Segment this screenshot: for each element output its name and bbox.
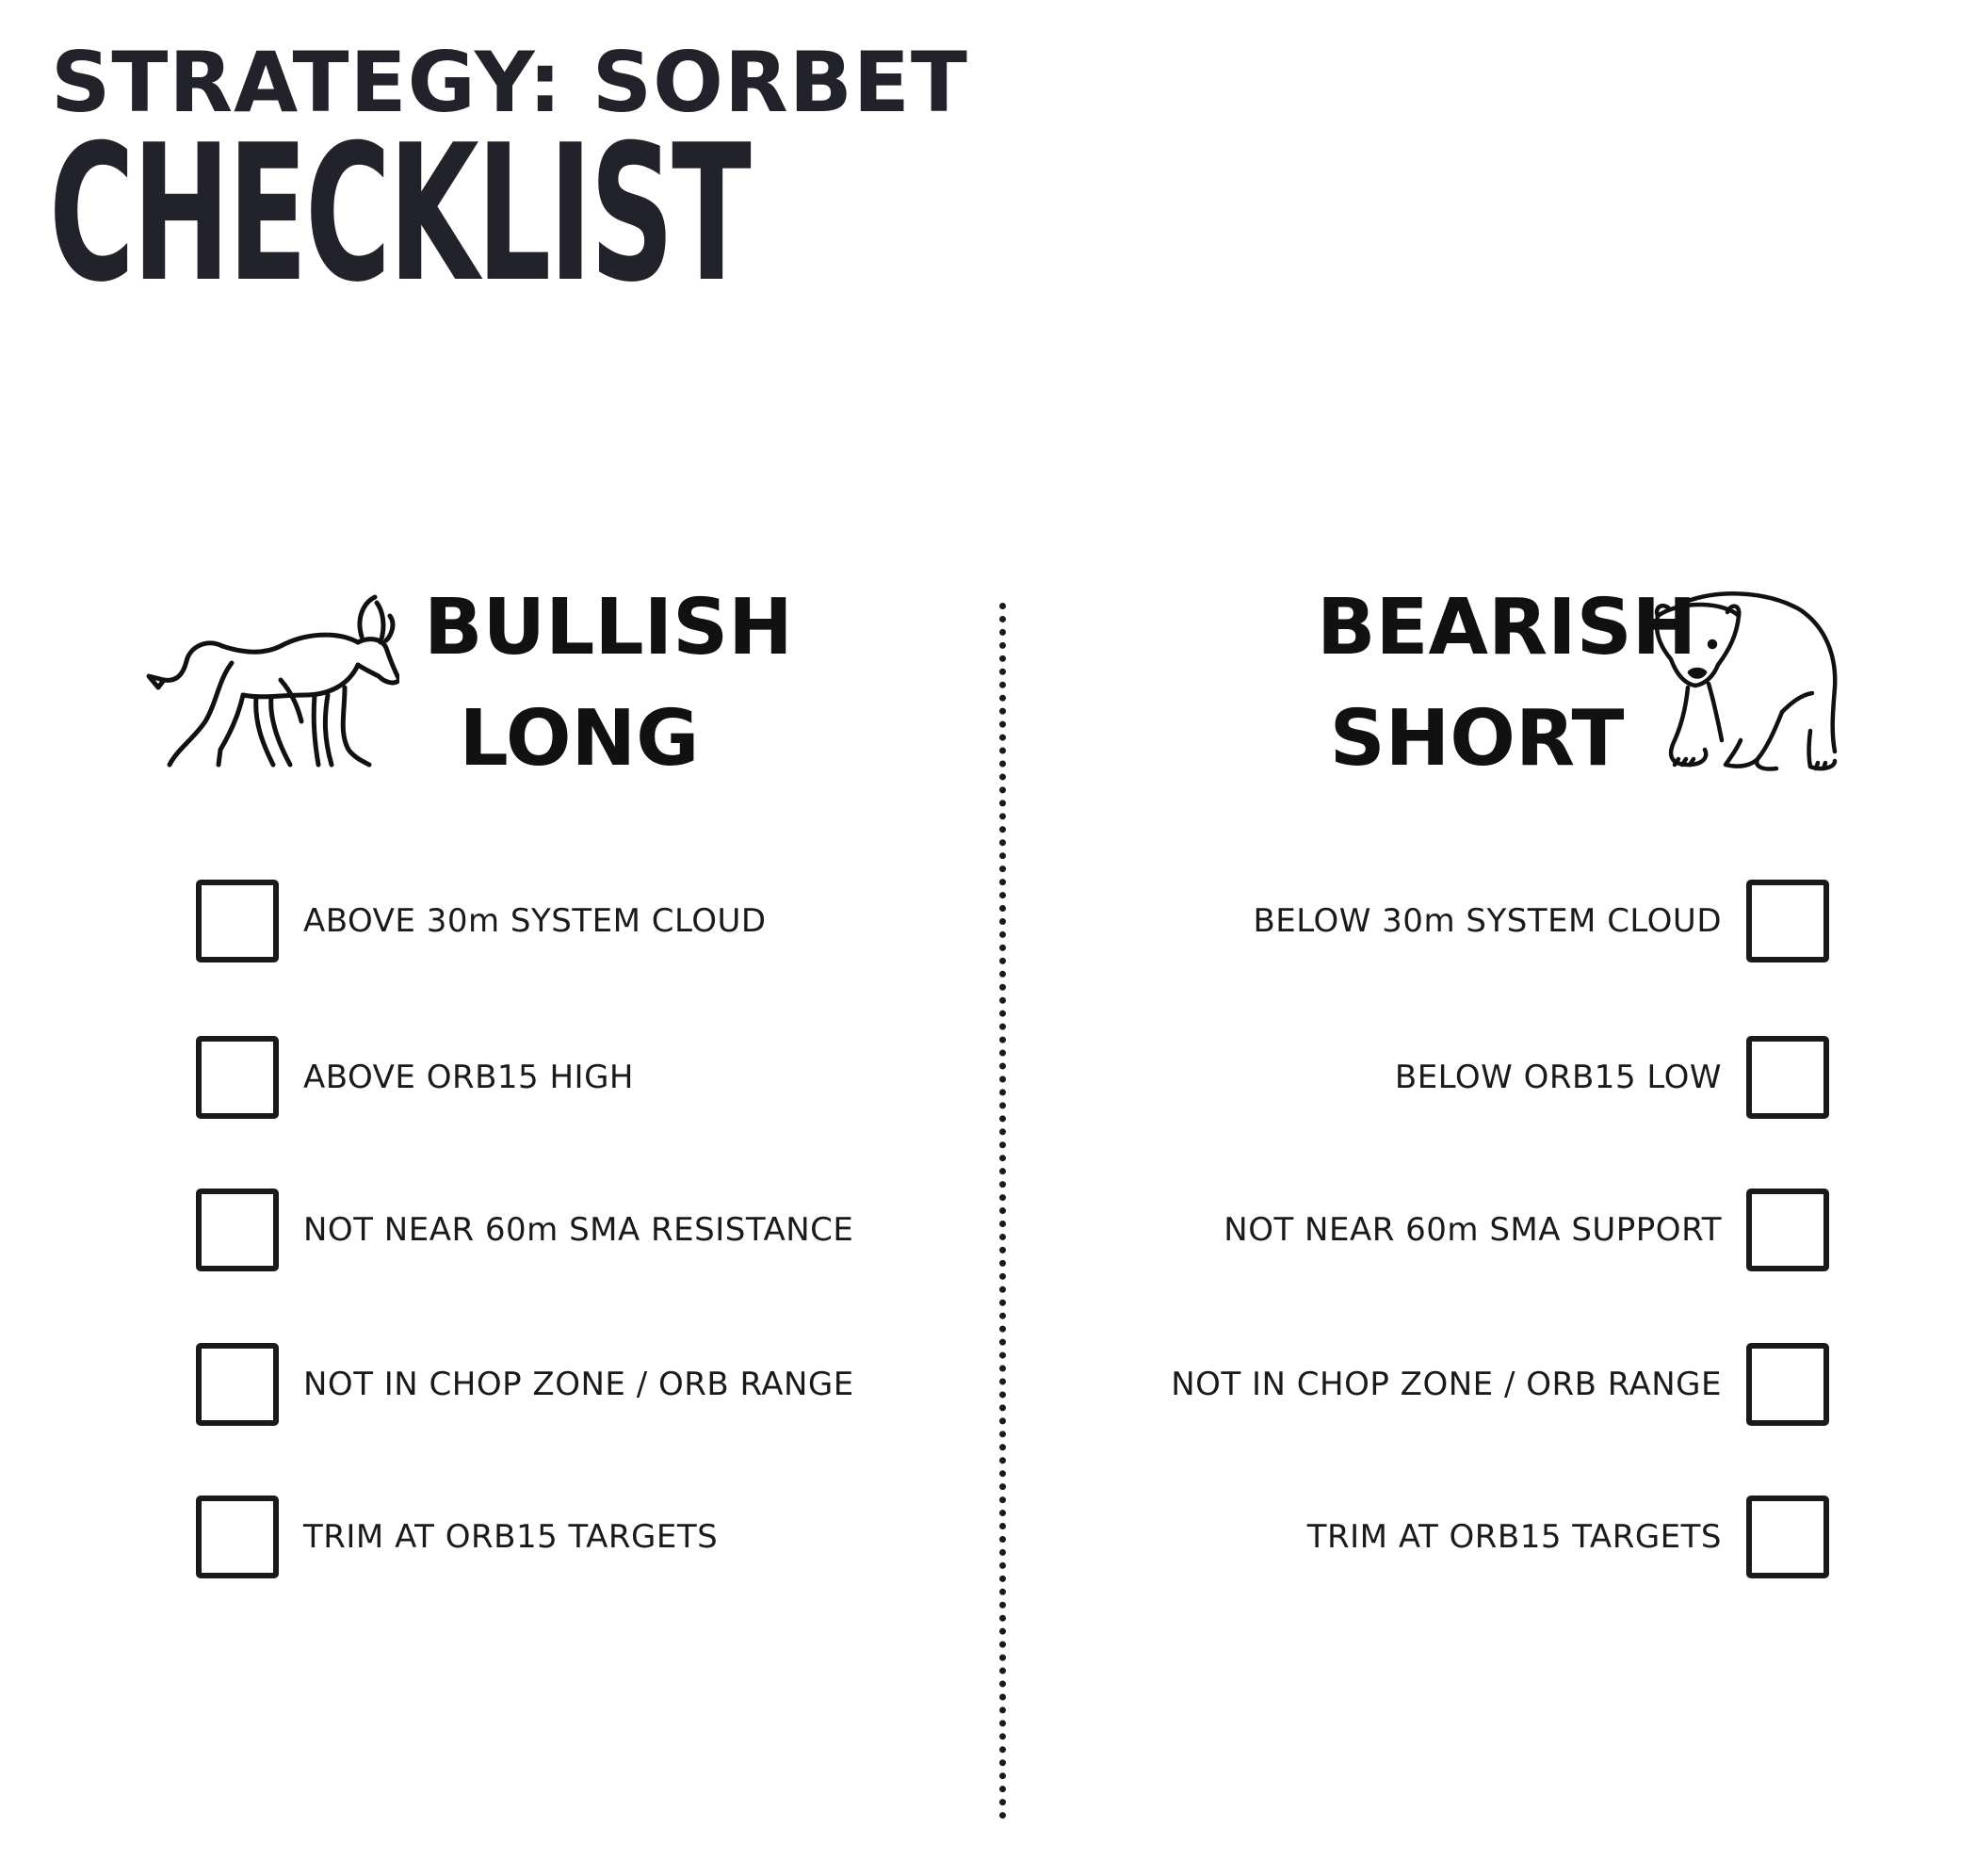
bearish-item[interactable]: NOT NEAR 60m SMA SUPPORT (1224, 1185, 1829, 1275)
checklist-item-label: ABOVE 30m SYSTEM CLOUD (303, 902, 767, 940)
checklist-page: STRATEGY: SORBET CHECKLIST BULLISH LONG … (0, 0, 1961, 1876)
bullish-item[interactable]: ABOVE ORB15 HIGH (196, 1032, 634, 1123)
bearish-item[interactable]: TRIM AT ORB15 TARGETS (1307, 1492, 1829, 1582)
bullish-item[interactable]: NOT NEAR 60m SMA RESISTANCE (196, 1185, 853, 1275)
page-title: CHECKLIST (49, 105, 752, 324)
checkbox[interactable] (1746, 1189, 1829, 1271)
checkbox[interactable] (196, 1036, 279, 1119)
bearish-heading-line2: SHORT (1329, 694, 1625, 784)
bull-icon (139, 590, 402, 774)
bullish-heading: BULLISH LONG (424, 583, 793, 784)
checkbox[interactable] (196, 880, 279, 962)
checklist-item-label: NOT IN CHOP ZONE / ORB RANGE (1171, 1366, 1722, 1403)
bullish-heading-line1: BULLISH (424, 583, 793, 672)
bullish-item[interactable]: TRIM AT ORB15 TARGETS (196, 1492, 718, 1582)
column-divider (999, 603, 1006, 1819)
checkbox[interactable] (196, 1496, 279, 1578)
checklist-item-label: NOT IN CHOP ZONE / ORB RANGE (303, 1366, 854, 1403)
checklist-item-label: BELOW ORB15 LOW (1394, 1059, 1722, 1096)
bullish-item[interactable]: ABOVE 30m SYSTEM CLOUD (196, 876, 767, 966)
checkbox[interactable] (1746, 1343, 1829, 1426)
bearish-item[interactable]: BELOW 30m SYSTEM CLOUD (1253, 876, 1829, 966)
bearish-item[interactable]: NOT IN CHOP ZONE / ORB RANGE (1171, 1339, 1829, 1430)
bearish-item[interactable]: BELOW ORB15 LOW (1395, 1032, 1829, 1123)
checkbox[interactable] (196, 1189, 279, 1271)
checklist-item-label: TRIM AT ORB15 TARGETS (1306, 1518, 1722, 1556)
bearish-heading: BEARISH SHORT (1317, 583, 1697, 784)
bullish-item[interactable]: NOT IN CHOP ZONE / ORB RANGE (196, 1339, 854, 1430)
checklist-item-label: ABOVE ORB15 HIGH (303, 1059, 634, 1096)
checklist-item-label: NOT NEAR 60m SMA SUPPORT (1224, 1211, 1722, 1249)
checkbox[interactable] (1746, 1496, 1829, 1578)
checklist-item-label: TRIM AT ORB15 TARGETS (303, 1518, 719, 1556)
bear-icon (1650, 590, 1839, 774)
checklist-item-label: NOT NEAR 60m SMA RESISTANCE (303, 1211, 854, 1249)
bearish-heading-line1: BEARISH (1317, 583, 1697, 672)
checklist-item-label: BELOW 30m SYSTEM CLOUD (1253, 902, 1722, 940)
checkbox[interactable] (196, 1343, 279, 1426)
bullish-heading-line2: LONG (459, 694, 700, 784)
checkbox[interactable] (1746, 1036, 1829, 1119)
checkbox[interactable] (1746, 880, 1829, 962)
